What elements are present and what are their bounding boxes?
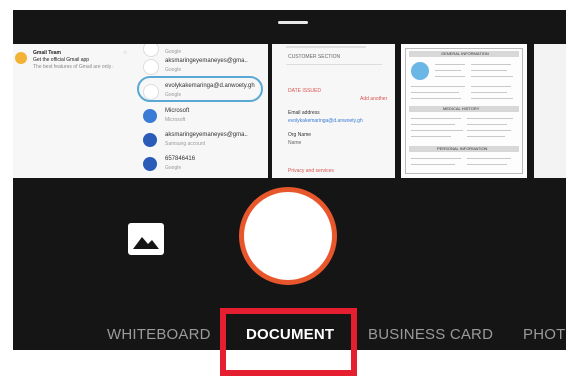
camera-screen: Gmail Team Get the official Gmail app Th… — [13, 10, 566, 350]
person-icon — [143, 133, 157, 147]
email-label: Email address — [288, 110, 320, 116]
google-g-icon — [143, 59, 159, 75]
drag-handle[interactable] — [278, 21, 308, 24]
add-another-link: Add another — [360, 96, 388, 102]
microsoft-icon — [143, 109, 157, 123]
list-item: aksmaringeyemaneyes@gma.. Google — [143, 56, 264, 78]
mail-subject: Get the official Gmail app — [33, 57, 90, 63]
gallery-button[interactable] — [127, 222, 165, 256]
mode-whiteboard[interactable]: WHITEBOARD — [107, 326, 211, 343]
list-item: Microsoft Microsoft — [143, 106, 264, 128]
thumbnail-document[interactable]: GENERAL INFORMATION MEDICAL HISTORY PERS… — [401, 44, 527, 178]
list-item: aksmaringeyemaneyes@gma.. Samsung accoun… — [143, 130, 264, 152]
list-item: 657846416 Google — [143, 154, 264, 176]
email-value: evolykakemaringa@d.anwoety.gh — [288, 118, 363, 124]
privacy-link: Privacy and services — [288, 168, 334, 174]
shutter-button[interactable] — [239, 187, 337, 285]
thumbnail-contacts[interactable]: Google aksmaringeyemaneyes@gma.. Google … — [137, 44, 268, 178]
thumbnail-form[interactable]: CUSTOMER SECTION DATE ISSUED Add another… — [272, 44, 395, 178]
mode-business-card[interactable]: BUSINESS CARD — [368, 326, 493, 343]
doc-section: PERSONAL INFORMATION — [437, 146, 488, 151]
highlight-box — [220, 308, 357, 376]
avatar — [411, 62, 429, 80]
mail-sender: Gmail Team — [33, 50, 61, 56]
mail-snippet: The best features of Gmail are only avai… — [33, 64, 113, 70]
thumbnail-partial[interactable] — [534, 44, 566, 178]
image-icon — [128, 223, 164, 255]
form-field-label: DATE ISSUED — [288, 88, 321, 94]
list-item: evolykakemaringa@d.anwoety.gh Google — [143, 81, 264, 103]
org-label: Org Name — [288, 132, 312, 138]
avatar — [15, 52, 27, 64]
doc-title: GENERAL INFORMATION — [441, 51, 489, 56]
thumbnail-mail[interactable]: Gmail Team Get the official Gmail app Th… — [13, 44, 141, 178]
google-g-icon — [143, 84, 159, 100]
form-header: CUSTOMER SECTION — [288, 54, 341, 60]
recent-photos-strip: Gmail Team Get the official Gmail app Th… — [13, 44, 566, 178]
org-value: Name — [288, 140, 302, 146]
phone-icon — [143, 157, 157, 171]
star-icon: ☆ — [123, 50, 128, 56]
doc-section: MEDICAL HISTORY — [443, 106, 480, 111]
mode-photo[interactable]: PHOTO — [523, 326, 566, 343]
